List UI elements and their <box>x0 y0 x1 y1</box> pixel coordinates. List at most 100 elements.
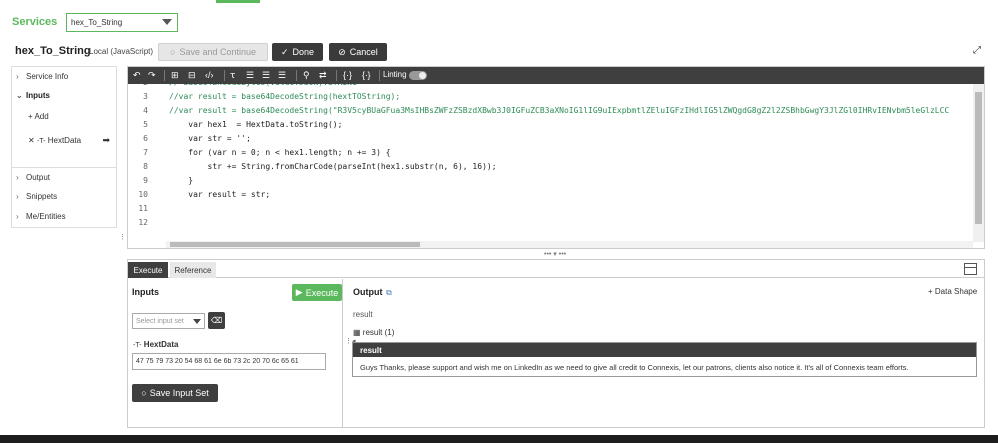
code-area[interactable]: 2 // base64EncodeBytes(value:JSON):STRING… <box>128 84 973 242</box>
string-type-icon: -T- <box>133 342 142 349</box>
output-pane: ⋮◂ Output ⧉ + Data Shape result ▦ result… <box>344 279 984 427</box>
result-table-cell: Guys Thanks, please support and wish me … <box>360 363 909 372</box>
test-panel: Execute Reference Inputs ▶ Execute Selec… <box>127 259 985 428</box>
string-type-icon: -T- <box>36 138 46 145</box>
code-line[interactable]: 10 var result = str; <box>128 190 973 204</box>
code-line[interactable]: 6 var str = ''; <box>128 134 973 148</box>
close-icon[interactable]: ✕ <box>28 136 35 145</box>
circle-icon: ○ <box>141 388 147 398</box>
scrollbar-thumb[interactable] <box>170 242 420 247</box>
scrollbar-thumb[interactable] <box>975 92 982 224</box>
section-title: Services <box>12 16 58 28</box>
service-select[interactable]: hex_To_String <box>66 13 178 32</box>
braces-icon[interactable]: {·} <box>343 70 352 81</box>
insert-icon[interactable]: ⊞ <box>171 70 179 81</box>
code-text: str += String.fromCharCode(parseInt(hex1… <box>169 162 497 171</box>
code-text: var hex1 = HextData.toString(); <box>169 120 343 129</box>
eraser-button[interactable]: ⌫ <box>208 312 225 329</box>
chevron-right-icon: › <box>16 191 19 201</box>
sidebar-item-snippets[interactable]: › Snippets <box>12 187 116 205</box>
text-size-icon[interactable]: ꚍ <box>230 70 235 81</box>
collapse-handle-icon[interactable]: ⋮ <box>119 233 126 241</box>
save-input-set-button[interactable]: ○ Save Input Set <box>132 384 218 402</box>
arrow-right-icon[interactable]: ➡ <box>102 135 110 146</box>
sidebar-item-output[interactable]: › Output <box>12 168 116 186</box>
vertical-scrollbar[interactable] <box>973 84 984 242</box>
result-count[interactable]: ▦ result (1) <box>353 328 394 337</box>
result-table: result Guys Thanks, please support and w… <box>352 342 977 377</box>
input-param-hextdata[interactable]: ✕ -T- HextData ➡ <box>28 135 112 148</box>
layout-toggle-icon[interactable] <box>964 263 977 275</box>
redo-icon[interactable]: ↷ <box>148 70 156 81</box>
chevron-down-icon: ⌄ <box>16 90 23 100</box>
search-icon[interactable]: ⚲ <box>303 70 310 81</box>
cancel-button[interactable]: ⊘ Cancel <box>329 43 387 61</box>
code-line[interactable]: 4 //var result = base64DecodeString("R3V5… <box>128 106 973 120</box>
editor-toolbar: ↶ ↷ ⊞ ⊟ ‹/› ꚍ ☰ ☰ ☰ ⚲ ⇄ {·} {∙} Linting <box>128 67 984 84</box>
justify-icon[interactable]: ☰ <box>278 70 286 81</box>
comment-icon[interactable]: ⊟ <box>188 70 196 81</box>
divider <box>224 70 225 81</box>
format-icon[interactable]: {∙} <box>362 70 371 81</box>
horizontal-scrollbar[interactable] <box>166 241 973 248</box>
tab-reference[interactable]: Reference <box>170 262 216 278</box>
save-and-continue-button[interactable]: ○ Save and Continue <box>158 43 268 61</box>
line-number: 12 <box>138 218 148 227</box>
sidebar-item-label: Snippets <box>26 191 58 201</box>
code-text: var result = str; <box>169 190 271 199</box>
tab-execute[interactable]: Execute <box>128 262 168 278</box>
code-line[interactable]: 9 } <box>128 176 973 190</box>
chevron-down-icon <box>193 319 201 324</box>
chevron-right-icon: › <box>16 211 19 221</box>
expand-icon[interactable]: ⤢ <box>973 46 983 56</box>
code-editor: ↶ ↷ ⊞ ⊟ ‹/› ꚍ ☰ ☰ ☰ ⚲ ⇄ {·} {∙} Linting … <box>127 66 985 249</box>
undo-icon[interactable]: ↶ <box>133 70 141 81</box>
execute-button[interactable]: ▶ Execute <box>292 284 342 301</box>
linting-toggle[interactable] <box>409 71 427 80</box>
divider <box>336 70 337 81</box>
line-number: 8 <box>143 162 148 171</box>
line-number: 10 <box>138 190 148 199</box>
os-taskbar <box>0 435 998 443</box>
data-shape-button[interactable]: + Data Shape <box>928 287 977 296</box>
hextdata-input[interactable] <box>132 353 326 370</box>
code-line[interactable]: 5 var hex1 = HextData.toString(); <box>128 120 973 134</box>
replace-icon[interactable]: ⇄ <box>319 70 327 81</box>
active-tab-indicator <box>216 0 260 3</box>
code-line[interactable]: 2 // base64EncodeBytes(value:JSON):STRING <box>128 84 973 92</box>
result-count-text: result (1) <box>362 328 395 337</box>
sidebar-item-label: Output <box>26 172 51 182</box>
sidebar-item-me-entities[interactable]: › Me/Entities <box>12 207 116 225</box>
add-input-button[interactable]: + Add <box>28 112 49 121</box>
result-table-header: result <box>353 343 976 357</box>
sidebar-item-service-info[interactable]: › Service Info <box>12 67 116 85</box>
code-icon[interactable]: ‹/› <box>205 70 214 81</box>
check-icon: ✓ <box>280 46 289 57</box>
popout-icon[interactable]: ⧉ <box>386 288 392 298</box>
code-line[interactable]: 12 <box>128 218 973 232</box>
line-number: 3 <box>143 92 148 101</box>
sidebar-item-inputs[interactable]: ⌄ Inputs <box>12 86 116 104</box>
code-line[interactable]: 3 //var result = base64DecodeString(hextT… <box>128 92 973 106</box>
done-button[interactable]: ✓ Done <box>272 43 323 61</box>
service-type: Local (JavaScript) <box>89 47 154 56</box>
align-left-icon[interactable]: ☰ <box>246 70 254 81</box>
service-select-value: hex_To_String <box>71 18 123 27</box>
inputs-pane: Inputs ▶ Execute Select input set ⌫ -T- … <box>128 279 343 427</box>
hextdata-label-text: HextData <box>143 340 179 349</box>
chevron-down-icon <box>162 19 172 25</box>
input-set-placeholder: Select input set <box>136 318 184 325</box>
input-set-select[interactable]: Select input set <box>132 313 205 329</box>
splitter-handle-icon[interactable]: ••• ▾ ••• <box>544 250 566 258</box>
line-number: 6 <box>143 134 148 143</box>
align-center-icon[interactable]: ☰ <box>262 70 270 81</box>
code-text: //var result = base64DecodeString(hextTO… <box>169 92 401 101</box>
data-shape-label: Data Shape <box>934 287 978 296</box>
code-line[interactable]: 7 for (var n = 0; n < hex1.length; n += … <box>128 148 973 162</box>
plus-icon: + <box>928 287 933 296</box>
code-line[interactable]: 8 str += String.fromCharCode(parseInt(he… <box>128 162 973 176</box>
chevron-right-icon: › <box>16 71 19 81</box>
output-title: Output <box>353 287 383 297</box>
code-line[interactable]: 11 <box>128 204 973 218</box>
hextdata-label: -T- HextData <box>133 340 178 349</box>
